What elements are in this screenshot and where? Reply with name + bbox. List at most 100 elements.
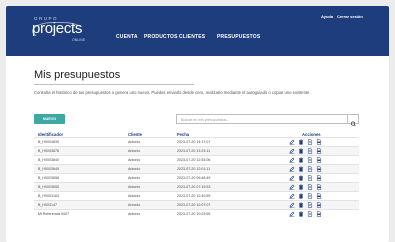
row-date: 2023-07-20 12:40:59 <box>177 194 211 198</box>
edit-icon[interactable] <box>289 175 295 181</box>
row-date: 2023-07-20 13:23:11 <box>177 149 211 153</box>
logo[interactable]: GRUPO projects ONLINE <box>32 16 92 44</box>
edit-icon[interactable] <box>289 157 295 163</box>
document-icon[interactable] <box>307 139 313 145</box>
row-actions <box>289 211 329 218</box>
document-icon[interactable] <box>307 157 313 163</box>
row-client: Antonio <box>128 185 141 189</box>
table-row: B_H0003658 Antonio 2023-07-20 09:48:49 <box>34 173 359 182</box>
delete-icon[interactable] <box>298 175 304 181</box>
table-row: B_H003147 Antonio 2023-07-20 12:07:07 <box>34 200 359 209</box>
pdf-icon[interactable] <box>316 211 322 217</box>
new-budget-button[interactable]: NUEVO <box>34 114 65 124</box>
delete-icon[interactable] <box>298 193 304 199</box>
search-input[interactable] <box>181 117 331 123</box>
row-actions <box>289 202 329 209</box>
edit-icon[interactable] <box>289 211 295 217</box>
table-row: B_H0003163 Antonio 2023-07-20 12:40:59 <box>34 191 359 200</box>
delete-icon[interactable] <box>298 211 304 217</box>
nav-presupuestos[interactable]: PRESUPUESTOS <box>217 34 260 40</box>
search-button[interactable] <box>347 115 358 127</box>
delete-icon[interactable] <box>298 166 304 172</box>
edit-icon[interactable] <box>289 202 295 208</box>
pdf-icon[interactable] <box>316 148 322 154</box>
row-client: Antonio <box>128 203 141 207</box>
nav-clientes[interactable]: CLIENTES <box>179 34 205 40</box>
row-client: Antonio <box>128 194 141 198</box>
pdf-icon[interactable] <box>316 175 322 181</box>
table-row: B_H0003878 Antonio 2023-07-20 13:23:11 <box>34 146 359 155</box>
document-icon[interactable] <box>307 148 313 154</box>
row-identifier[interactable]: B_H0003878 <box>38 149 59 153</box>
row-actions <box>289 175 329 182</box>
table-row: Mi Referencia 0007 Antonio 2023-07-20 10:0… <box>34 209 359 218</box>
row-identifier[interactable]: B_H0003658 <box>38 176 59 180</box>
delete-icon[interactable] <box>298 148 304 154</box>
nav-productos[interactable]: PRODUCTOS <box>144 34 178 40</box>
row-identifier[interactable]: B_H0004830 <box>38 140 59 144</box>
page-title: Mis presupuestos <box>34 69 121 81</box>
row-date: 2023-07-20 12:53:06 <box>177 158 211 162</box>
document-icon[interactable] <box>307 202 313 208</box>
logout-link[interactable]: Cerrar sesión <box>337 14 363 19</box>
document-icon[interactable] <box>307 184 313 190</box>
table-row: B_H0003840 Antonio 2023-07-20 12:53:06 <box>34 155 359 164</box>
row-identifier[interactable]: B_H0003163 <box>38 194 59 198</box>
row-client: Antonio <box>128 140 141 144</box>
document-icon[interactable] <box>307 166 313 172</box>
edit-icon[interactable] <box>289 193 295 199</box>
pdf-icon[interactable] <box>316 166 322 172</box>
delete-icon[interactable] <box>298 202 304 208</box>
row-client: Antonio <box>128 167 141 171</box>
pdf-icon[interactable] <box>316 202 322 208</box>
delete-icon[interactable] <box>298 157 304 163</box>
search-icon <box>350 121 356 127</box>
top-header: GRUPO projects ONLINE CUENTA PRODUCTOS C… <box>6 6 389 56</box>
app-frame: GRUPO projects ONLINE CUENTA PRODUCTOS C… <box>6 6 389 242</box>
row-date: 2023-07-20 07:19:53 <box>177 185 211 189</box>
edit-icon[interactable] <box>289 139 295 145</box>
row-actions <box>289 184 329 191</box>
title-divider <box>34 84 194 85</box>
logo-main-text: projects <box>32 20 83 37</box>
row-identifier[interactable]: B_H0003649 <box>38 167 59 171</box>
table-row: B_H0004830 Antonio 2023-07-20 14:17:07 <box>34 137 359 146</box>
nav-cuenta[interactable]: CUENTA <box>116 34 138 40</box>
document-icon[interactable] <box>307 193 313 199</box>
edit-icon[interactable] <box>289 166 295 172</box>
row-client: Antonio <box>128 176 141 180</box>
row-date: 2023-07-20 12:01:11 <box>177 167 211 171</box>
pdf-icon[interactable] <box>316 157 322 163</box>
row-date: 2023-07-20 10:03:55 <box>177 212 211 216</box>
document-icon[interactable] <box>307 175 313 181</box>
row-identifier[interactable]: B_H0003650 <box>38 185 59 189</box>
edit-icon[interactable] <box>289 184 295 190</box>
row-actions <box>289 157 329 164</box>
row-identifier[interactable]: Mi Referencia 0007 <box>38 212 69 216</box>
search-box <box>176 114 359 127</box>
row-date: 2023-07-20 09:48:49 <box>177 176 211 180</box>
row-actions <box>289 193 329 200</box>
pdf-icon[interactable] <box>316 193 322 199</box>
edit-icon[interactable] <box>289 148 295 154</box>
row-actions <box>289 166 329 173</box>
delete-icon[interactable] <box>298 139 304 145</box>
row-client: Antonio <box>128 158 141 162</box>
row-actions <box>289 148 329 155</box>
delete-icon[interactable] <box>298 184 304 190</box>
budget-table: B_H0004830 Antonio 2023-07-20 14:17:07 B_H0… <box>34 137 359 218</box>
document-icon[interactable] <box>307 211 313 217</box>
pdf-icon[interactable] <box>316 184 322 190</box>
row-identifier[interactable]: B_H0003840 <box>38 158 59 162</box>
page-description: Consulta el histórico de tus presupuesto… <box>34 90 311 95</box>
row-identifier[interactable]: B_H003147 <box>38 203 57 207</box>
table-row: B_H0003649 Antonio 2023-07-20 12:01:11 <box>34 164 359 173</box>
row-actions <box>289 139 329 146</box>
help-link[interactable]: Ayuda <box>321 14 333 19</box>
row-client: Antonio <box>128 212 141 216</box>
row-date: 2023-07-20 12:07:07 <box>177 203 211 207</box>
row-date: 2023-07-20 14:17:07 <box>177 140 211 144</box>
logo-bottom-text: ONLINE <box>72 38 86 42</box>
table-row: B_H0003650 Antonio 2023-07-20 07:19:53 <box>34 182 359 191</box>
pdf-icon[interactable] <box>316 139 322 145</box>
